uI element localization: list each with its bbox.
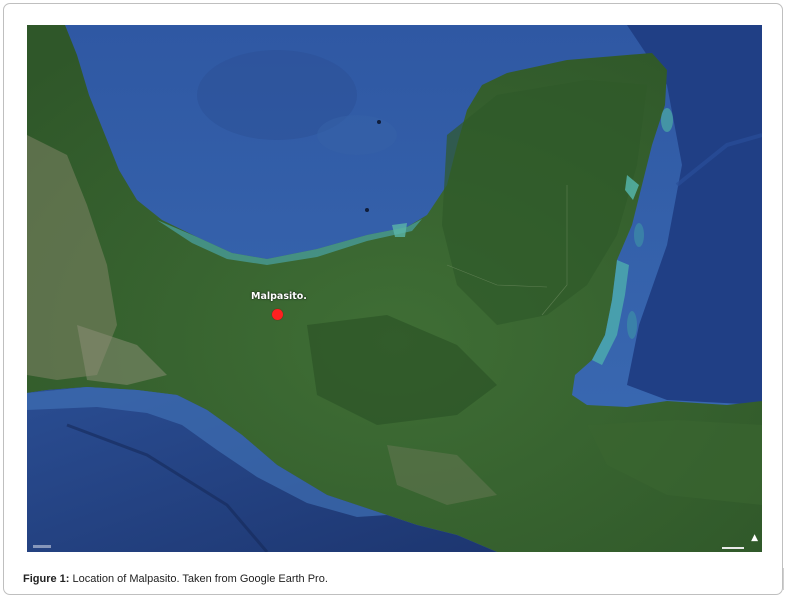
figure-caption: Figure 1: Location of Malpasito. Taken f… [23,573,328,585]
turneffe-atoll [627,311,637,339]
malpasito-label: Malpasito. [251,291,307,302]
resize-handle[interactable] [783,568,788,590]
map-image [27,25,762,552]
scale-bar [722,547,744,549]
cozumel-island [661,108,673,132]
campeche-escarpment [317,115,397,155]
reef-2 [365,208,369,212]
imagery-credit [33,545,51,548]
north-arrow-icon: ▲ [751,533,758,543]
location-marker[interactable] [272,309,283,320]
satellite-map[interactable]: Malpasito. ▲ [27,25,762,552]
caption-text: Location of Malpasito. Taken from Google… [69,573,328,585]
caption-label: Figure 1: [23,573,70,585]
reef-1 [377,120,381,124]
banco-chinchorro [634,223,644,247]
